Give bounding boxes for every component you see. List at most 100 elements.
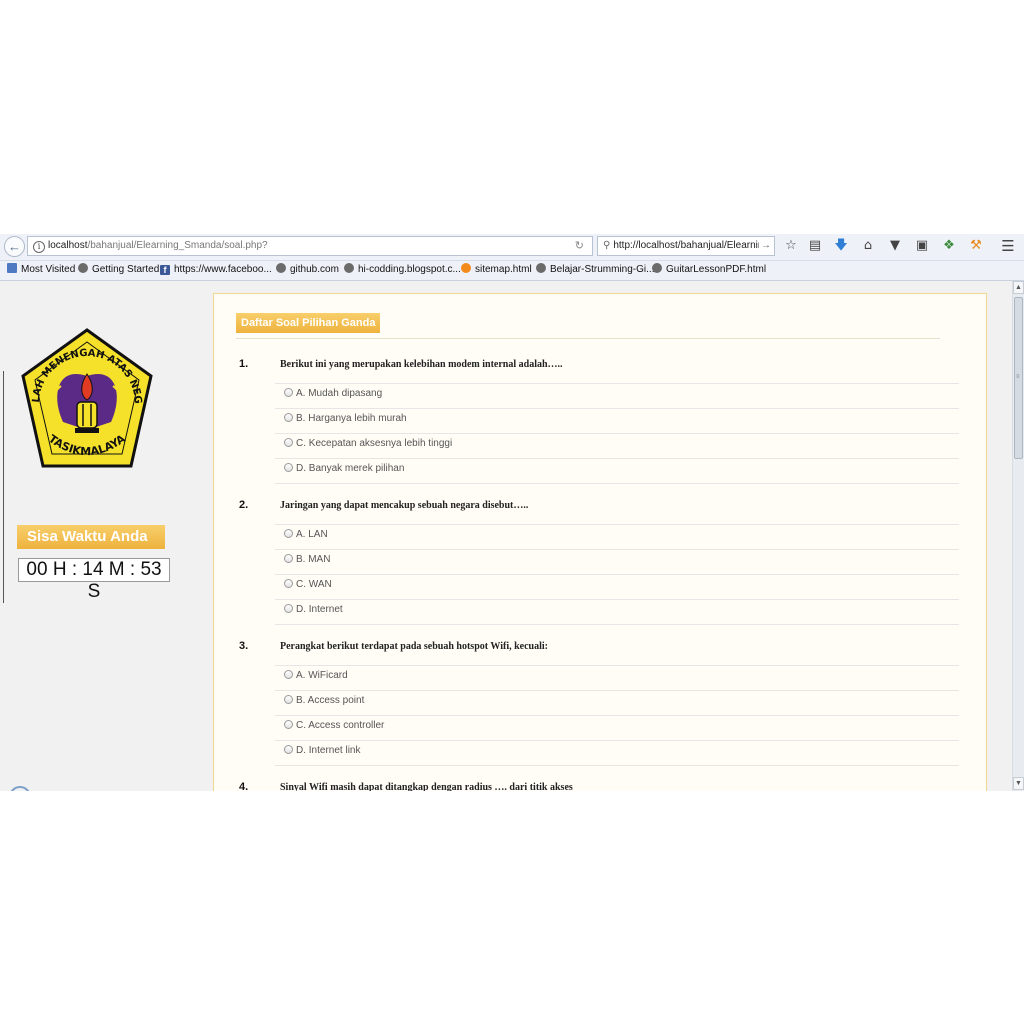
radio-button[interactable] (284, 554, 293, 563)
reading-list-icon[interactable]: ▤ (806, 237, 824, 255)
scrollbar-thumb[interactable]: ≡ (1014, 297, 1023, 459)
row-divider (275, 383, 959, 384)
radio-button[interactable] (284, 695, 293, 704)
back-arrow-icon[interactable]: ← (4, 236, 25, 257)
row-divider (275, 524, 959, 525)
question-text: Berikut ini yang merupakan kelebihan mod… (280, 359, 563, 370)
option-a[interactable]: A. WiFicard (284, 669, 348, 683)
globe-icon (78, 263, 88, 273)
radio-button[interactable] (284, 720, 293, 729)
row-divider (275, 690, 959, 691)
radio-button[interactable] (284, 463, 293, 472)
search-value: http://localhost/bahanjual/Elearning (613, 240, 769, 251)
bookmark-sitemap[interactable]: sitemap.html (461, 261, 532, 279)
go-arrow-icon[interactable]: → (759, 237, 771, 255)
question-text: Perangkat berikut terdapat pada sebuah h… (280, 641, 548, 652)
option-label: A. WiFicard (296, 670, 348, 681)
option-label: D. Banyak merek pilihan (296, 463, 405, 474)
row-divider (275, 574, 959, 575)
page-content: SEKOLAH MENENGAH ATAS NEGERI 2 TASIKMALA… (0, 281, 1012, 791)
row-divider (275, 665, 959, 666)
pocket-icon[interactable]: ▼ (886, 237, 904, 255)
globe-icon (344, 263, 354, 273)
url-path: /bahanjual/Elearning_Smanda/soal.php? (87, 240, 268, 251)
url-host: localhost (48, 240, 88, 251)
bookmark-guitar-lesson[interactable]: GuitarLessonPDF.html (652, 261, 766, 279)
radio-button[interactable] (284, 529, 293, 538)
question-text: Sinyal Wifi masih dapat ditangkap dengan… (280, 782, 573, 791)
row-divider (275, 408, 959, 409)
option-c[interactable]: C. WAN (284, 578, 332, 592)
option-label: A. LAN (296, 529, 328, 540)
bookmark-label: Belajar-Strumming-Gi... (550, 264, 655, 275)
home-icon[interactable]: ⌂ (859, 237, 877, 255)
radio-button[interactable] (284, 670, 293, 679)
option-d[interactable]: D. Internet (284, 603, 343, 617)
timer-value: 00 H : 14 M : 53 S (18, 558, 170, 602)
option-a[interactable]: A. LAN (284, 528, 328, 542)
option-label: C. Access controller (296, 720, 385, 731)
star-icon[interactable]: ☆ (782, 237, 800, 255)
option-c[interactable]: C. Kecepatan aksesnya lebih tinggi (284, 437, 452, 451)
wrench-icon[interactable]: ⚒ (967, 237, 985, 255)
most-visited-icon (7, 263, 17, 273)
bookmark-label: GuitarLessonPDF.html (666, 264, 767, 275)
bookmark-hi-codding[interactable]: hi-codding.blogspot.c... (344, 261, 461, 279)
bookmark-github[interactable]: github.com (276, 261, 339, 279)
puzzle-icon[interactable]: ❖ (940, 237, 958, 255)
row-divider (275, 483, 959, 484)
row-divider (275, 549, 959, 550)
question-text: Jaringan yang dapat mencakup sebuah nega… (280, 500, 529, 511)
radio-button[interactable] (284, 388, 293, 397)
radio-button[interactable] (284, 745, 293, 754)
row-divider (275, 740, 959, 741)
bookmark-facebook[interactable]: f https://www.faceboo... (160, 261, 272, 279)
search-bar[interactable]: ⚲ http://localhost/bahanjual/Elearning → (597, 236, 775, 256)
option-label: B. Access point (296, 695, 365, 706)
option-d[interactable]: D. Internet link (284, 744, 360, 758)
info-icon[interactable]: i (33, 241, 45, 253)
option-label: D. Internet link (296, 745, 361, 756)
screenshot-icon[interactable]: ▣ (913, 237, 931, 255)
timer-label: Sisa Waktu Anda (17, 525, 165, 549)
row-divider (275, 624, 959, 625)
row-divider (275, 599, 959, 600)
search-icon: ⚲ (603, 240, 611, 251)
scroll-down-icon[interactable]: ▼ (1013, 777, 1024, 790)
bookmark-label: Most Visited (21, 264, 76, 275)
vertical-scrollbar[interactable]: ▲ ≡ ▼ (1012, 281, 1024, 791)
url-bar[interactable]: i localhost/bahanjual/Elearning_Smanda/so… (27, 236, 593, 256)
option-label: C. WAN (296, 579, 332, 590)
radio-button[interactable] (284, 604, 293, 613)
option-label: C. Kecepatan aksesnya lebih tinggi (296, 438, 453, 449)
bookmark-most-visited[interactable]: Most Visited (7, 261, 75, 279)
circle-icon (9, 786, 31, 791)
bookmark-getting-started[interactable]: Getting Started (78, 261, 159, 279)
bookmark-label: sitemap.html (475, 264, 532, 275)
bookmark-label: github.com (290, 264, 339, 275)
navigation-bar: ← i localhost/bahanjual/Elearning_Smanda/… (0, 234, 1024, 261)
radio-button[interactable] (284, 438, 293, 447)
radio-button[interactable] (284, 413, 293, 422)
reload-icon[interactable]: ↻ (575, 237, 584, 255)
radio-button[interactable] (284, 579, 293, 588)
option-a[interactable]: A. Mudah dipasang (284, 387, 382, 401)
quiz-panel: Daftar Soal Pilihan Ganda 1. Berikut ini… (213, 293, 987, 791)
bookmark-belajar-strumming[interactable]: Belajar-Strumming-Gi... (536, 261, 654, 279)
option-b[interactable]: B. Harganya lebih murah (284, 412, 407, 426)
title-divider (236, 338, 940, 339)
download-icon[interactable]: 🡇 (832, 237, 850, 255)
option-b[interactable]: B. Access point (284, 694, 364, 708)
menu-icon[interactable]: ☰ (999, 237, 1017, 255)
option-label: B. MAN (296, 554, 331, 565)
option-b[interactable]: B. MAN (284, 553, 330, 567)
question-number: 2. (239, 499, 249, 511)
row-divider (275, 458, 959, 459)
row-divider (275, 433, 959, 434)
option-d[interactable]: D. Banyak merek pilihan (284, 462, 404, 476)
bookmarks-bar: Most Visited Getting Started f https://ww… (0, 261, 1024, 281)
grip-icon: ≡ (1016, 374, 1020, 380)
quiz-title: Daftar Soal Pilihan Ganda (236, 313, 381, 333)
scroll-up-icon[interactable]: ▲ (1013, 281, 1024, 294)
option-c[interactable]: C. Access controller (284, 719, 384, 733)
